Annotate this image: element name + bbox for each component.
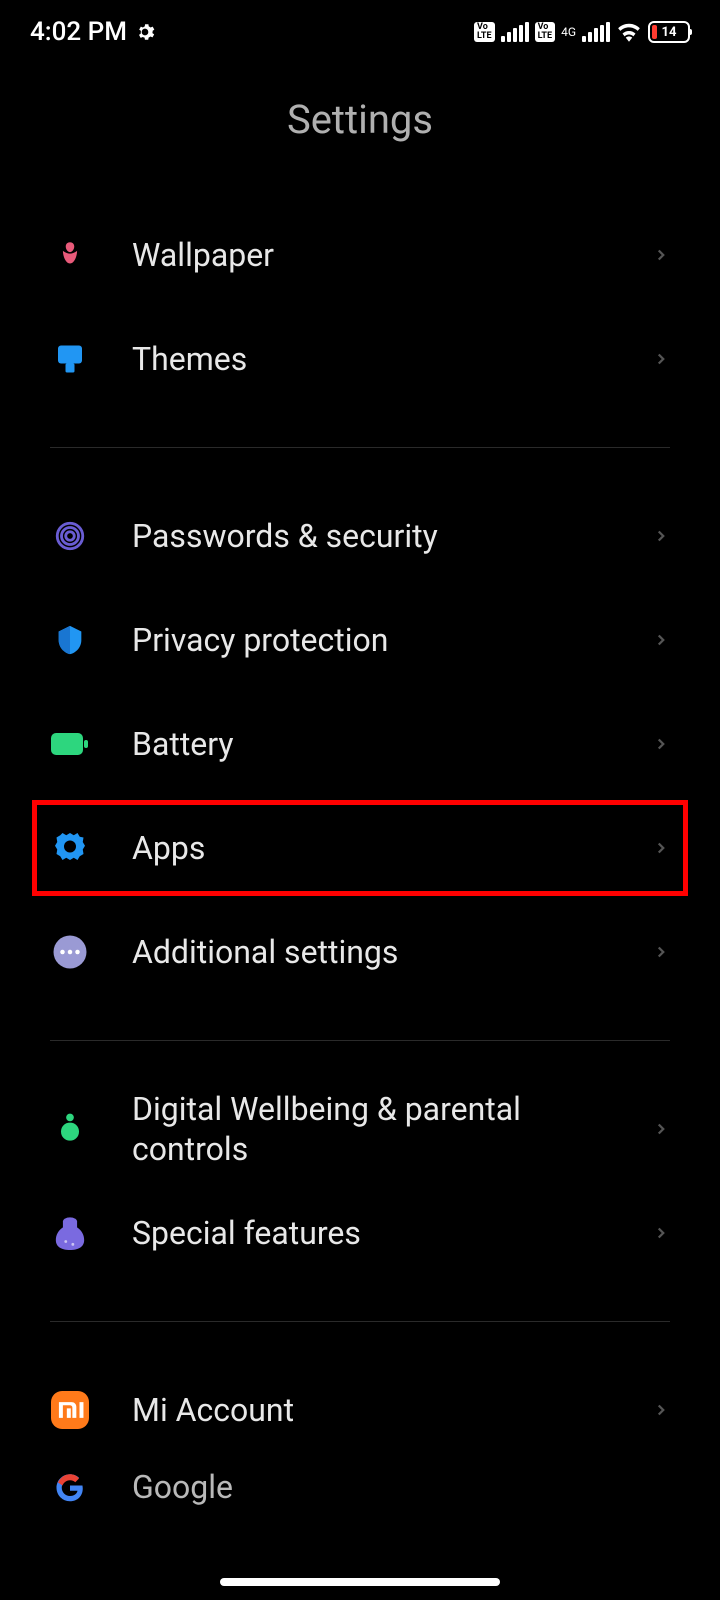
chevron-right-icon — [652, 631, 670, 649]
wifi-icon — [616, 22, 642, 42]
settings-item-digital-wellbeing[interactable]: Digital Wellbeing & parental controls — [50, 1077, 670, 1181]
status-time: 4:02 PM — [30, 17, 127, 47]
item-label: Mi Account — [132, 1390, 610, 1430]
shield-icon — [50, 620, 90, 660]
apps-gear-icon — [50, 828, 90, 868]
signal-icon — [582, 22, 610, 42]
chevron-right-icon — [652, 1120, 670, 1138]
chevron-right-icon — [652, 943, 670, 961]
chevron-right-icon — [652, 527, 670, 545]
item-label: Themes — [132, 339, 610, 379]
fingerprint-icon — [50, 516, 90, 556]
settings-item-passwords-security[interactable]: Passwords & security — [50, 484, 670, 588]
google-icon — [50, 1467, 90, 1507]
settings-item-privacy-protection[interactable]: Privacy protection — [50, 588, 670, 692]
settings-list: Wallpaper Themes Passwords & security — [0, 203, 720, 1512]
network-label: 4G — [561, 25, 576, 39]
divider — [50, 447, 670, 448]
volte-icon: VoLTE — [474, 22, 495, 42]
page-title: Settings — [0, 60, 720, 203]
battery-percent: 14 — [650, 25, 688, 40]
chevron-right-icon — [652, 839, 670, 857]
divider — [50, 1321, 670, 1322]
volte-icon: VoLTE — [535, 22, 556, 42]
item-label: Privacy protection — [132, 620, 610, 660]
item-label: Apps — [132, 828, 610, 868]
item-label: Wallpaper — [132, 235, 610, 275]
chevron-right-icon — [652, 246, 670, 264]
status-bar: 4:02 PM VoLTE VoLTE 4G 14 — [0, 0, 720, 60]
settings-item-google[interactable]: Google — [50, 1462, 670, 1512]
status-left: 4:02 PM — [30, 17, 155, 47]
status-right: VoLTE VoLTE 4G 14 — [474, 21, 690, 43]
settings-item-battery[interactable]: Battery — [50, 692, 670, 796]
battery-icon: 14 — [648, 21, 690, 43]
chevron-right-icon — [652, 1224, 670, 1242]
item-label: Passwords & security — [132, 516, 610, 556]
settings-item-special-features[interactable]: Special features — [50, 1181, 670, 1285]
item-label: Special features — [132, 1213, 610, 1253]
settings-item-wallpaper[interactable]: Wallpaper — [50, 203, 670, 307]
item-label: Digital Wellbeing & parental controls — [132, 1089, 610, 1169]
more-icon — [50, 932, 90, 972]
gear-icon — [135, 22, 155, 42]
settings-item-apps[interactable]: Apps — [50, 796, 670, 900]
chevron-right-icon — [652, 735, 670, 753]
item-label: Additional settings — [132, 932, 610, 972]
wallpaper-icon — [50, 235, 90, 275]
flask-icon — [50, 1213, 90, 1253]
item-label: Google — [132, 1467, 670, 1507]
chevron-right-icon — [652, 350, 670, 368]
item-label: Battery — [132, 724, 610, 764]
settings-item-mi-account[interactable]: Mi Account — [50, 1358, 670, 1462]
mi-icon — [50, 1390, 90, 1430]
themes-icon — [50, 339, 90, 379]
signal-icon — [501, 22, 529, 42]
gesture-bar[interactable] — [220, 1578, 500, 1586]
battery-icon — [50, 724, 90, 764]
divider — [50, 1040, 670, 1041]
wellbeing-icon — [50, 1109, 90, 1149]
chevron-right-icon — [652, 1401, 670, 1419]
settings-item-themes[interactable]: Themes — [50, 307, 670, 411]
settings-item-additional-settings[interactable]: Additional settings — [50, 900, 670, 1004]
